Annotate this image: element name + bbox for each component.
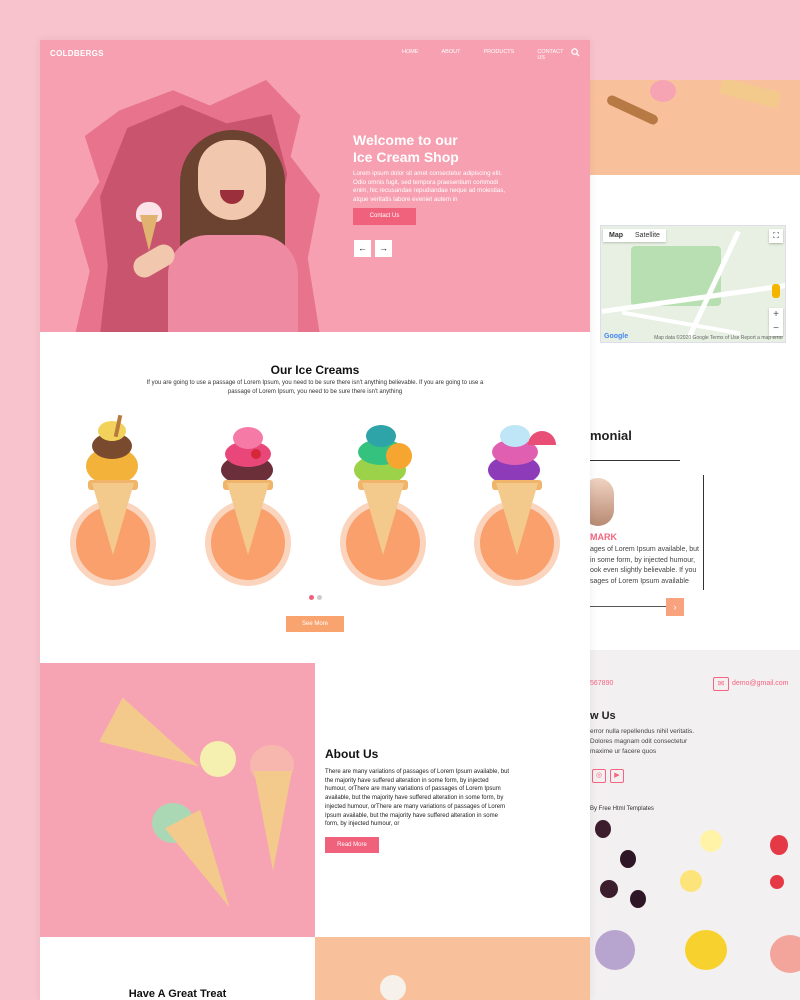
- treat-image: [315, 937, 590, 1000]
- youtube-icon[interactable]: ▶: [610, 769, 624, 783]
- map-tab[interactable]: Map: [603, 229, 629, 242]
- about-text: There are many variations of passages of…: [325, 769, 510, 828]
- ice-cream-card[interactable]: [68, 414, 158, 586]
- divider: [590, 460, 680, 461]
- main-nav: HOME ABOUT PRODUCTS CONTACT US: [402, 49, 590, 61]
- ice-cream-card[interactable]: [203, 415, 293, 586]
- see-more-button[interactable]: See More: [286, 616, 344, 632]
- email-address[interactable]: demo@gmail.com: [732, 680, 789, 687]
- brand-logo[interactable]: COLDBERGS: [50, 49, 104, 58]
- zoom-out-button[interactable]: −: [769, 322, 783, 336]
- carousel-dot[interactable]: [317, 595, 322, 600]
- treat-title: Have A Great Treat: [128, 988, 227, 1000]
- follow-text: error nulla repellendus nihil veritatis.…: [590, 728, 695, 755]
- satellite-tab[interactable]: Satellite: [629, 229, 666, 242]
- ice-cream-card[interactable]: [338, 415, 428, 586]
- ice-creams-subtitle: If you are going to use a passage of Lor…: [146, 380, 484, 395]
- fullscreen-icon[interactable]: ⛶: [769, 229, 783, 243]
- carousel-dot-active[interactable]: [309, 595, 314, 600]
- about-image: [40, 663, 315, 937]
- location-map[interactable]: Map Satellite ⛶ + − Google Map data ©202…: [600, 225, 786, 343]
- mail-icon: ✉: [713, 677, 729, 691]
- testimonial-next-button[interactable]: ›: [666, 598, 684, 616]
- ice-cream-card[interactable]: [472, 415, 562, 586]
- main-page-preview: COLDBERGS HOME ABOUT PRODUCTS CONTACT US…: [40, 40, 590, 1000]
- contact-us-button[interactable]: Contact Us: [353, 208, 416, 225]
- follow-title: w Us: [590, 710, 616, 722]
- testimonial-text: ages of Lorem Ipsum available, but in so…: [590, 546, 699, 585]
- map-type-tabs: Map Satellite: [603, 229, 666, 242]
- google-logo: Google: [604, 333, 629, 340]
- ice-creams-title: Our Ice Creams: [270, 363, 360, 377]
- hero-section: COLDBERGS HOME ABOUT PRODUCTS CONTACT US…: [40, 40, 590, 332]
- nav-item-contact[interactable]: CONTACT US: [537, 49, 567, 61]
- instagram-icon[interactable]: ◎: [592, 769, 606, 783]
- carousel-dots: [309, 595, 325, 600]
- nav-item-about[interactable]: ABOUT: [442, 49, 461, 61]
- street-view-pegman-icon[interactable]: [772, 284, 780, 298]
- divider: [703, 475, 704, 590]
- hero-title: Welcome to our Ice Cream Shop: [353, 132, 459, 165]
- nav-item-home[interactable]: HOME: [402, 49, 419, 61]
- about-title: About Us: [325, 747, 379, 761]
- footer-credit: By Free Html Templates: [590, 806, 654, 812]
- slider-next-button[interactable]: →: [375, 240, 392, 257]
- search-icon[interactable]: [571, 48, 580, 57]
- phone-number: 567890: [590, 680, 614, 687]
- map-attribution: Map data ©2020 Google Terms of Use Repor…: [654, 335, 783, 341]
- read-more-button[interactable]: Read More: [325, 837, 379, 853]
- zoom-controls: + −: [769, 308, 783, 336]
- slider-prev-button[interactable]: ←: [354, 240, 371, 257]
- testimonial-title: monial: [590, 428, 632, 443]
- divider: [590, 606, 666, 607]
- zoom-in-button[interactable]: +: [769, 308, 783, 322]
- testimonial-name: MARK: [590, 532, 617, 542]
- hero-text: Lorem ipsum dolor sit amet consectetur a…: [353, 170, 506, 204]
- nav-item-products[interactable]: PRODUCTS: [483, 49, 514, 61]
